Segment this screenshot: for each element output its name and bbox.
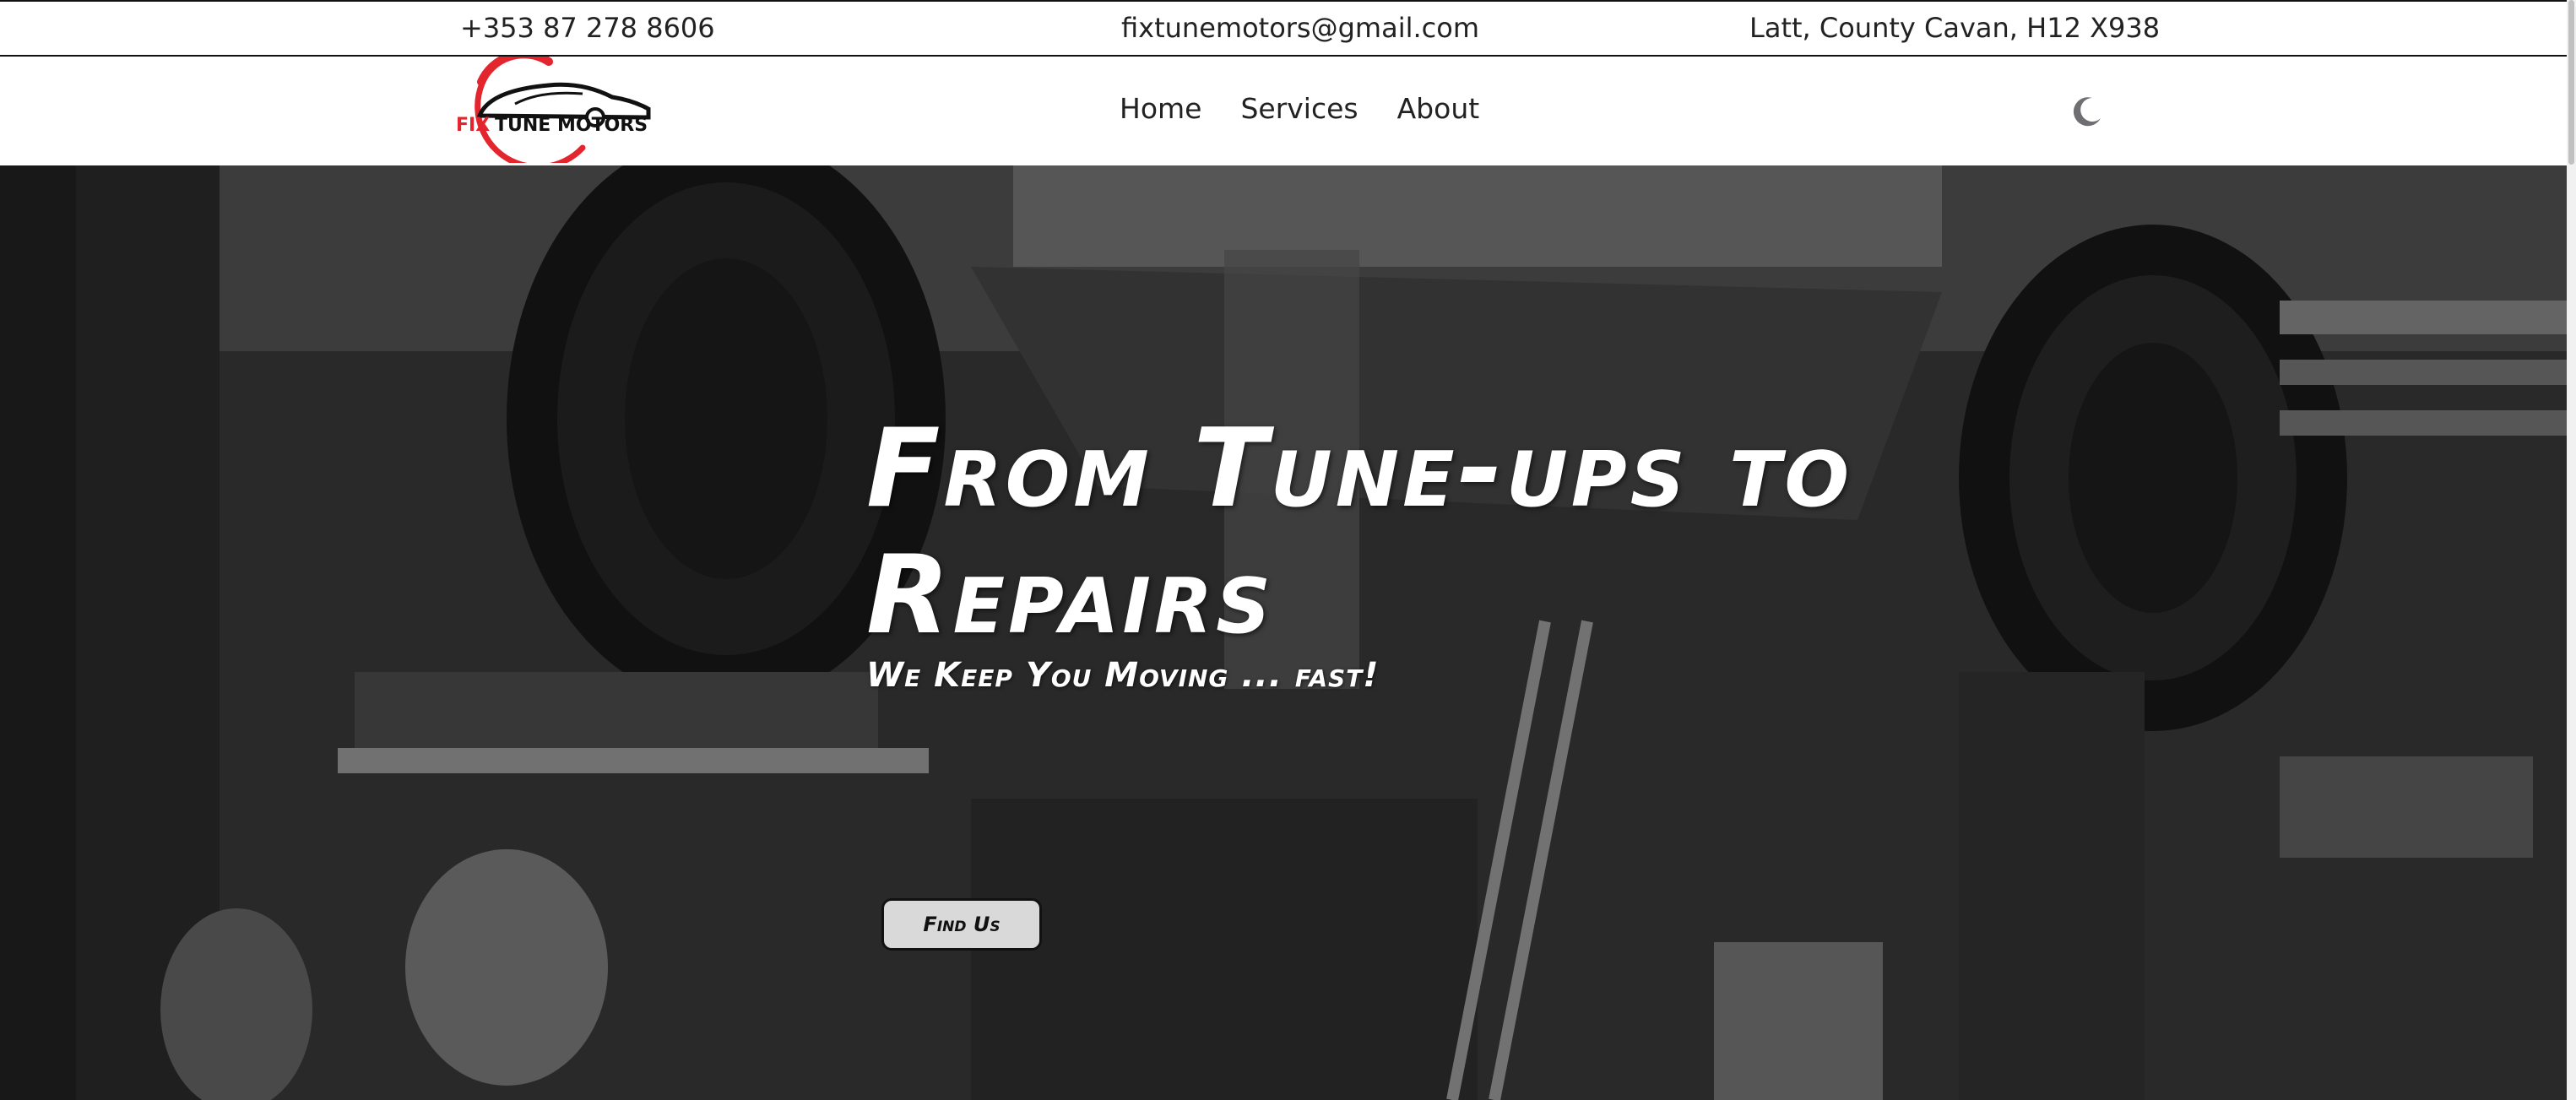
nav-link-about[interactable]: About: [1397, 92, 1480, 125]
navbar: FIX TUNE MOTORS Home Services About: [0, 50, 2567, 171]
main-nav: Home Services About: [1120, 92, 1479, 125]
hero-subtitle: We Keep You Moving ... fast!: [866, 656, 1380, 695]
hero-content: From Tune-ups to Repairs We Keep You Mov…: [866, 406, 2048, 951]
find-us-button[interactable]: Find Us: [881, 898, 1042, 951]
phone-number[interactable]: +353 87 278 8606: [460, 12, 715, 44]
nav-link-services[interactable]: Services: [1240, 92, 1358, 125]
svg-text:FIX: FIX: [456, 115, 490, 136]
contact-bar: +353 87 278 8606 fixtunemotors@gmail.com…: [0, 0, 2567, 57]
email-address[interactable]: fixtunemotors@gmail.com: [1121, 12, 1479, 44]
svg-text:TUNE MOTORS: TUNE MOTORS: [495, 115, 648, 136]
nav-link-home[interactable]: Home: [1120, 92, 1201, 125]
moon-icon: [2073, 97, 2101, 127]
fix-tune-motors-logo[interactable]: FIX TUNE MOTORS: [456, 50, 667, 171]
address: Latt, County Cavan, H12 X938: [1749, 12, 2161, 44]
theme-toggle-button[interactable]: [2069, 93, 2106, 130]
hero-title: From Tune-ups to Repairs: [866, 406, 1853, 658]
scrollbar[interactable]: [2567, 0, 2576, 1100]
scrollbar-thumb[interactable]: [2568, 0, 2574, 165]
hero-section: From Tune-ups to Repairs We Keep You Mov…: [0, 165, 2567, 1100]
